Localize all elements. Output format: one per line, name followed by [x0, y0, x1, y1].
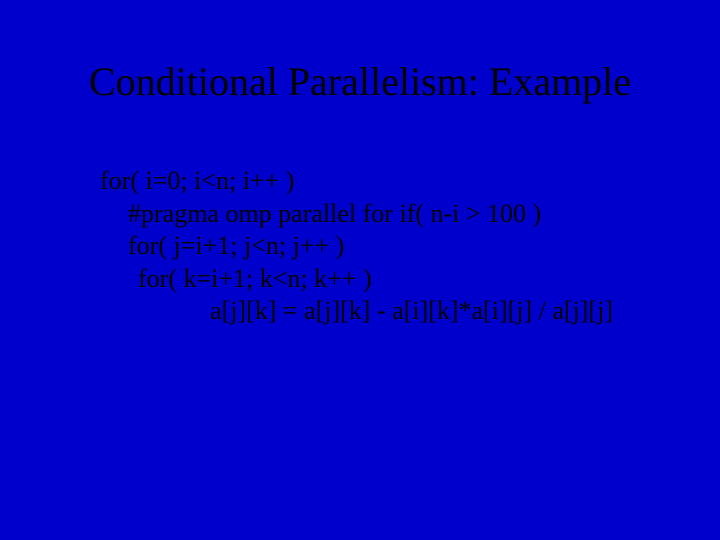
- slide: Conditional Parallelism: Example for( i=…: [0, 0, 720, 540]
- slide-title: Conditional Parallelism: Example: [0, 58, 720, 105]
- slide-body: for( i=0; i<n; i++ ) #pragma omp paralle…: [100, 165, 660, 328]
- code-line-5: a[j][k] = a[j][k] - a[i][k]*a[i][j] / a[…: [210, 295, 660, 328]
- code-line-3: for( j=i+1; j<n; j++ ): [128, 230, 660, 263]
- code-line-1: for( i=0; i<n; i++ ): [100, 165, 660, 198]
- code-line-2: #pragma omp parallel for if( n-i > 100 ): [128, 198, 660, 231]
- code-line-4: for( k=i+1; k<n; k++ ): [138, 263, 660, 296]
